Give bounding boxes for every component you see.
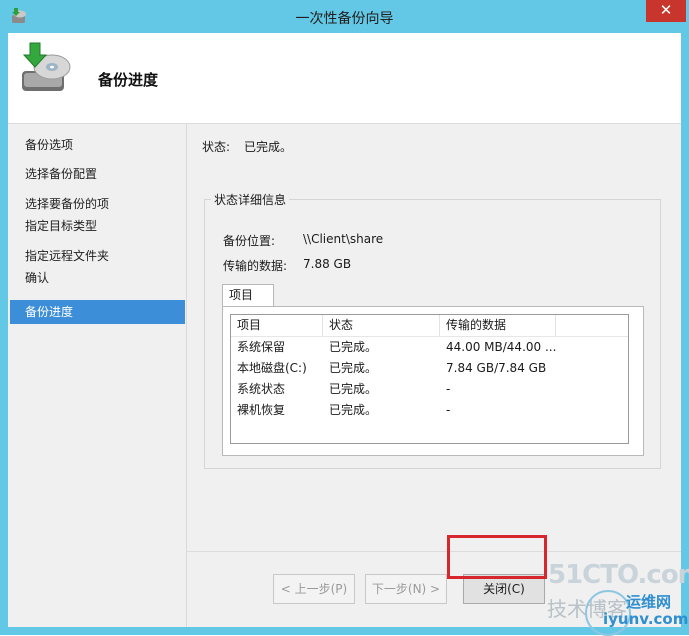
close-button-highlight — [447, 535, 547, 579]
column-header-filler — [556, 315, 628, 336]
sidebar-item-backup-options[interactable]: 备份选项 — [10, 133, 185, 157]
list-header: 项目 状态 传输的数据 — [231, 315, 628, 337]
cell-data: - — [446, 382, 451, 396]
cell-item: 本地磁盘(C:) — [237, 361, 307, 375]
table-row[interactable]: 本地磁盘(C:) 已完成。 7.84 GB/7.84 GB — [231, 358, 628, 379]
sidebar-item-backup-progress[interactable]: 备份进度 — [10, 300, 185, 324]
cell-item: 裸机恢复 — [237, 403, 286, 417]
cell-data: 7.84 GB/7.84 GB — [446, 361, 547, 375]
table-row[interactable]: 裸机恢复 已完成。 - — [231, 400, 628, 421]
column-header-item[interactable]: 项目 — [231, 315, 323, 336]
window-frame: 一次性备份向导 ✕ 备份进度 备份选项 选择备份配置 选择要备份的项 指定目标类… — [0, 0, 689, 636]
tab-items[interactable]: 项目 — [222, 284, 274, 306]
transferred-data-label: 传输的数据: — [223, 259, 288, 273]
wizard-header: 备份进度 — [8, 33, 681, 124]
watermark-site: 51CTO.com — [548, 560, 689, 590]
sidebar-item-backup-config[interactable]: 选择备份配置 — [10, 162, 185, 186]
column-header-status[interactable]: 状态 — [323, 315, 440, 336]
cell-item: 系统状态 — [237, 382, 286, 396]
sidebar-item-destination-type[interactable]: 指定目标类型 — [10, 214, 185, 238]
column-header-data[interactable]: 传输的数据 — [440, 315, 556, 336]
cell-status: 已完成。 — [329, 382, 378, 396]
backup-location-value: \\Client\share — [303, 232, 384, 246]
items-tab-panel: 项目 状态 传输的数据 系统保留 已完成。 44.00 MB/44.00 ...… — [222, 306, 644, 456]
cell-status: 已完成。 — [329, 340, 378, 354]
cell-data: - — [446, 403, 451, 417]
transferred-data-value: 7.88 GB — [303, 257, 352, 271]
cell-item: 系统保留 — [237, 340, 286, 354]
status-value: 已完成。 — [244, 140, 293, 154]
backup-disk-arrow-icon — [18, 41, 76, 97]
cell-status: 已完成。 — [329, 361, 378, 375]
window-title: 一次性备份向导 — [295, 11, 394, 27]
footer-divider — [186, 551, 681, 552]
dialog-client-area: 备份进度 备份选项 选择备份配置 选择要备份的项 指定目标类型 指定远程文件夹 … — [8, 33, 681, 627]
wizard-content: 状态: 已完成。 状态详细信息 备份位置: \\Client\share 传输的数… — [188, 124, 681, 554]
cell-status: 已完成。 — [329, 403, 378, 417]
watermark-domain: iyunv.com — [603, 610, 689, 628]
backup-location-label: 备份位置: — [223, 234, 276, 248]
page-title: 备份进度 — [98, 71, 159, 89]
title-bar[interactable]: 一次性备份向导 ✕ — [0, 0, 689, 33]
table-row[interactable]: 系统保留 已完成。 44.00 MB/44.00 ... — [231, 337, 628, 358]
close-icon: ✕ — [659, 1, 673, 19]
sidebar-item-select-items[interactable]: 选择要备份的项 — [10, 192, 185, 216]
next-button[interactable]: 下一步(N) > — [365, 574, 447, 604]
close-window-button[interactable]: ✕ — [646, 0, 686, 22]
status-details-group: 状态详细信息 备份位置: \\Client\share 传输的数据: 7.88 … — [204, 191, 661, 469]
status-line: 状态: 已完成。 — [202, 138, 292, 155]
sidebar-item-remote-folder[interactable]: 指定远程文件夹 — [10, 244, 185, 268]
status-details-legend: 状态详细信息 — [211, 191, 290, 208]
items-list[interactable]: 项目 状态 传输的数据 系统保留 已完成。 44.00 MB/44.00 ...… — [230, 314, 629, 444]
table-row[interactable]: 系统状态 已完成。 - — [231, 379, 628, 400]
sidebar-item-confirm[interactable]: 确认 — [10, 266, 185, 290]
status-label: 状态: — [202, 140, 231, 154]
previous-button[interactable]: < 上一步(P) — [273, 574, 355, 604]
wizard-steps-sidebar: 备份选项 选择备份配置 选择要备份的项 指定目标类型 指定远程文件夹 确认 备份… — [8, 124, 187, 627]
watermark-brand: 运维网 — [626, 593, 672, 611]
cell-data: 44.00 MB/44.00 ... — [446, 340, 556, 354]
